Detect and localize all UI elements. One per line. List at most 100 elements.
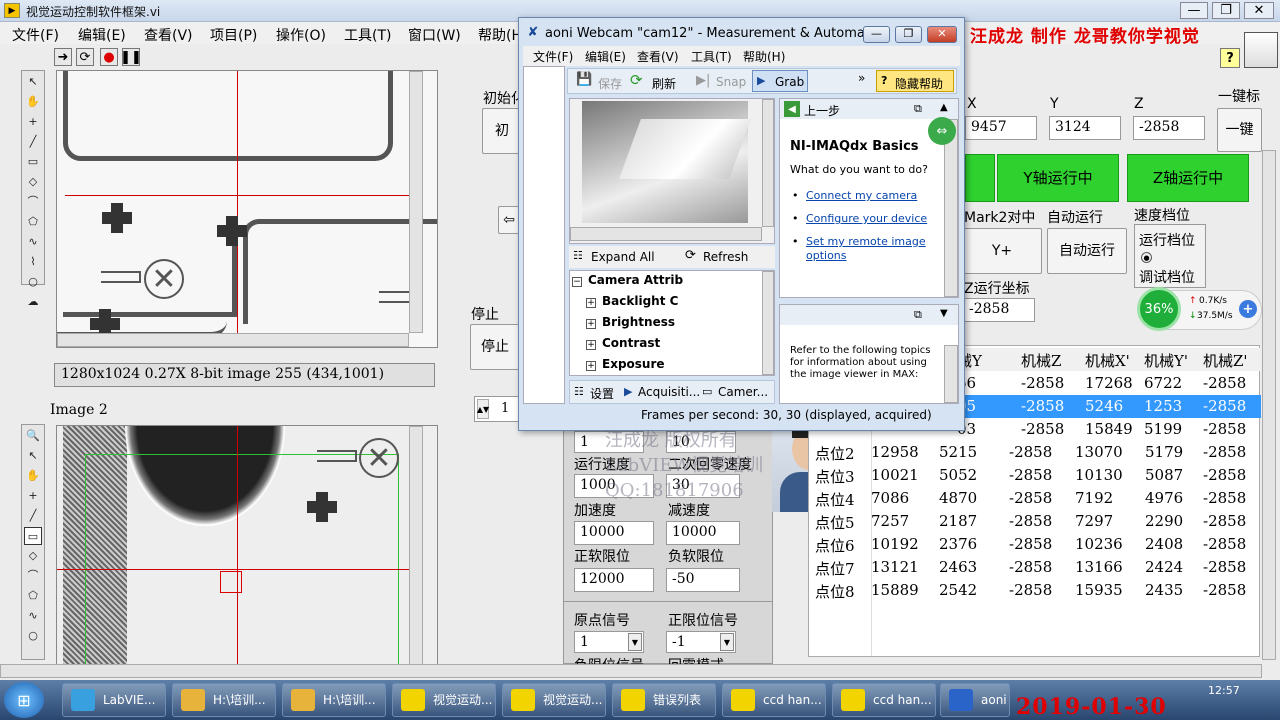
taskbar-item[interactable]: LabVIE... xyxy=(62,683,166,717)
z-coord-field[interactable]: -2858 xyxy=(963,298,1035,322)
menu-file[interactable]: 文件(F) xyxy=(12,25,59,45)
preview-hscroll[interactable] xyxy=(570,227,762,241)
y-field[interactable]: 3124 xyxy=(1049,116,1121,140)
acq-icon[interactable]: ▶ xyxy=(624,385,632,398)
connect-camera-link[interactable]: Connect my camera xyxy=(806,189,917,202)
table-row[interactable]: 点位8 15889 2542 -2858 15935 2435 -2858 xyxy=(809,579,1261,602)
attribute-tree[interactable]: − Camera Attrib + Backlight C + Brightness … xyxy=(569,270,775,376)
start-button-icon[interactable]: ⊞ xyxy=(4,682,44,718)
settings-icon[interactable]: ☷ xyxy=(574,385,584,398)
webcam-menu-file[interactable]: 文件(F) xyxy=(533,48,573,65)
x-run-button[interactable] xyxy=(965,154,995,202)
expand-all-button[interactable]: Expand All xyxy=(591,250,655,264)
snap-button[interactable]: Snap xyxy=(716,75,746,89)
device-tree[interactable] xyxy=(523,66,565,404)
webcam-menu-help[interactable]: 帮助(H) xyxy=(743,48,785,65)
line-tool-icon[interactable]: ╱ xyxy=(24,507,42,525)
point-tool-icon[interactable]: + xyxy=(24,487,42,505)
tab-settings[interactable]: 设置 xyxy=(590,385,614,402)
acc-field[interactable]: 10000 xyxy=(574,521,654,545)
menu-operate[interactable]: 操作(O) xyxy=(276,25,326,45)
free-region-tool-icon[interactable]: ☁ xyxy=(24,293,42,311)
help2-vscroll[interactable] xyxy=(944,345,958,403)
image1-vscroll[interactable] xyxy=(409,71,423,333)
tree-root[interactable]: − Camera Attrib xyxy=(572,273,683,287)
camera-icon[interactable]: ▭ xyxy=(702,385,712,398)
taskbar-item[interactable]: H:\培训... xyxy=(172,683,276,717)
save-button[interactable]: 保存 xyxy=(598,75,622,92)
save-icon[interactable]: 💾 xyxy=(576,72,592,87)
pane-icon[interactable]: ⧉ xyxy=(914,308,922,322)
pan-tool-icon[interactable]: ✋ xyxy=(24,467,42,485)
table-row[interactable]: 点位2 12958 5215 -2858 13070 5179 -2858 xyxy=(809,441,1261,464)
stop-button[interactable]: 停止 xyxy=(470,324,520,370)
image1-display[interactable]: ✕ xyxy=(56,70,438,348)
run-continuous-icon[interactable]: ⟳ xyxy=(76,48,94,66)
left-arrow-button[interactable]: ⇦ xyxy=(498,206,520,234)
tree-item[interactable]: + Backlight C xyxy=(586,294,678,308)
refresh-icon[interactable]: ⟳ xyxy=(630,71,643,89)
menu-edit[interactable]: 编辑(E) xyxy=(78,25,126,45)
line-tool-icon[interactable]: ╱ xyxy=(24,133,42,151)
chevron-down-icon[interactable]: ▼ xyxy=(720,633,734,651)
tree-item[interactable]: + Brightness xyxy=(586,315,675,329)
freehand-tool-icon[interactable]: ∿ xyxy=(24,607,42,625)
rotated-rect-tool-icon[interactable]: ◇ xyxy=(24,547,42,565)
auto-run-button[interactable]: 自动运行 xyxy=(1047,228,1127,274)
z-field[interactable]: -2858 xyxy=(1133,116,1205,140)
image2-vscroll[interactable] xyxy=(409,426,423,664)
num-spinner[interactable]: ▲▼ 1 xyxy=(474,396,522,422)
tab-camera[interactable]: Camer... xyxy=(718,385,768,399)
restore-icon[interactable]: ❐ xyxy=(1212,2,1240,19)
back-button[interactable]: 上一步 xyxy=(804,102,840,119)
minimize-icon[interactable]: — xyxy=(863,26,890,43)
x-field[interactable]: 9457 xyxy=(965,116,1037,140)
oval-tool-icon[interactable]: ○ xyxy=(24,273,42,291)
restore-icon[interactable]: ❐ xyxy=(895,26,922,43)
pan-tool-icon[interactable]: ✋ xyxy=(24,93,42,111)
hide-help-box[interactable]: ? 隐藏帮助 xyxy=(876,70,954,92)
point-tool-icon[interactable]: + xyxy=(24,113,42,131)
taskbar-item[interactable]: ccd han... xyxy=(832,683,936,717)
table-row[interactable]: 点位6 10192 2376 -2858 10236 2408 -2858 xyxy=(809,533,1261,556)
dec-field[interactable]: 10000 xyxy=(666,521,740,545)
menu-window[interactable]: 窗口(W) xyxy=(408,25,461,45)
taskbar-item[interactable]: 视觉运动... xyxy=(502,683,606,717)
image2-display[interactable]: ✕ xyxy=(56,425,438,665)
expand-all-icon[interactable]: ☷ xyxy=(573,249,583,262)
tab-acquisition[interactable]: Acquisiti... xyxy=(638,385,700,399)
back-arrow-icon[interactable]: ◀ xyxy=(784,101,800,117)
plimit-select[interactable]: -1 ▼ xyxy=(666,631,736,653)
pos-limit-field[interactable]: 12000 xyxy=(574,568,654,592)
menu-view[interactable]: 查看(V) xyxy=(144,25,193,45)
menu-tools[interactable]: 工具(T) xyxy=(344,25,391,45)
close-icon[interactable]: ✕ xyxy=(927,26,957,43)
minimize-icon[interactable]: — xyxy=(1180,2,1208,19)
rotated-rect-tool-icon[interactable]: ◇ xyxy=(24,173,42,191)
image1-hscroll[interactable] xyxy=(57,333,409,347)
abort-icon[interactable]: ● xyxy=(100,48,118,66)
menu-project[interactable]: 项目(P) xyxy=(210,25,257,45)
webcam-title-bar[interactable]: ✘ aoni Webcam "cam12" - Measurement & Au… xyxy=(519,18,964,46)
pane-icon[interactable]: ⧉ xyxy=(914,102,922,116)
y-plus-button[interactable]: Y+ xyxy=(962,228,1042,274)
refresh-button[interactable]: 刷新 xyxy=(652,75,676,92)
run-arrow-icon[interactable]: ➜ xyxy=(54,48,72,66)
tree-item[interactable]: + Contrast xyxy=(586,336,660,350)
camera-preview[interactable] xyxy=(569,98,775,244)
more-icon[interactable]: » xyxy=(858,71,865,85)
taskbar-item[interactable]: H:\培训... xyxy=(282,683,386,717)
webcam-menu-tools[interactable]: 工具(T) xyxy=(691,48,732,65)
snap-icon[interactable]: ▶| xyxy=(696,73,710,88)
radio-icon[interactable]: ● xyxy=(1141,252,1152,263)
close-icon[interactable]: ✕ xyxy=(1244,2,1274,19)
chevron-down-icon[interactable]: ▼ xyxy=(940,308,948,319)
zoom-tool-icon[interactable]: 🔍 xyxy=(24,427,42,445)
freehand-tool-icon[interactable]: ∿ xyxy=(24,233,42,251)
plus-icon[interactable]: + xyxy=(1239,300,1257,318)
configure-device-link[interactable]: Configure your device xyxy=(806,212,927,225)
taskbar-item[interactable]: 视觉运动... xyxy=(392,683,496,717)
webcam-menu-edit[interactable]: 编辑(E) xyxy=(585,48,626,65)
neg-limit-field[interactable]: -50 xyxy=(666,568,740,592)
main-hscroll[interactable] xyxy=(0,664,1262,678)
